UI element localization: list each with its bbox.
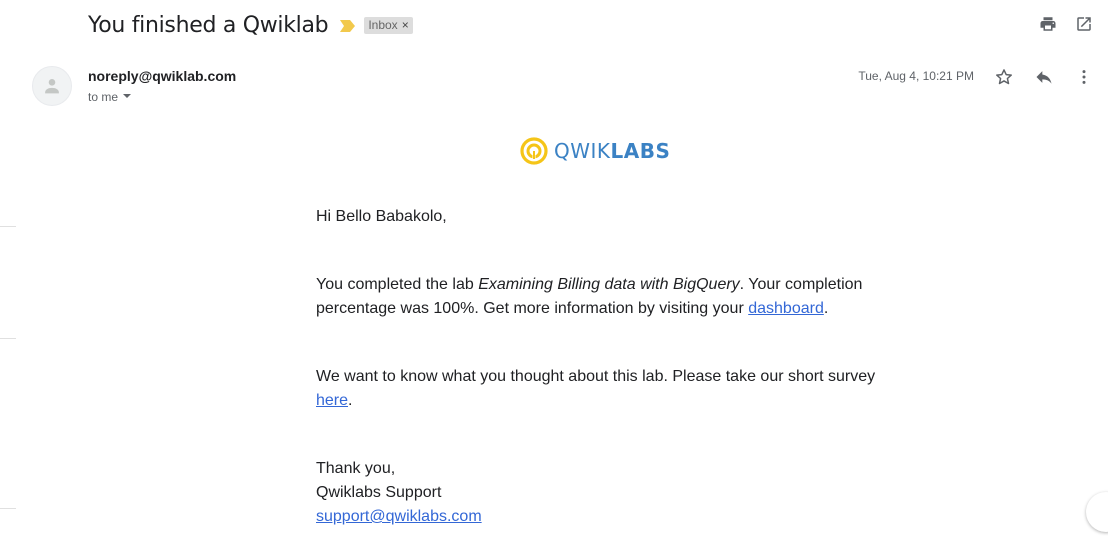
- survey-paragraph: We want to know what you thought about t…: [316, 365, 876, 413]
- chevron-down-icon: [122, 90, 132, 104]
- inbox-label-chip: Inbox ×: [364, 16, 413, 34]
- sender-address[interactable]: noreply@qwiklab.com: [88, 68, 236, 84]
- subject-row: You finished a Qwiklab Inbox ×: [88, 10, 413, 40]
- support-email-link[interactable]: support@qwiklabs.com: [316, 508, 482, 525]
- remove-label-button[interactable]: ×: [402, 18, 409, 32]
- completion-text-end: .: [823, 300, 829, 317]
- qwiklabs-logo[interactable]: QWIKLABS: [520, 137, 670, 165]
- recipient-details-toggle[interactable]: to me: [88, 90, 132, 104]
- print-icon[interactable]: [1038, 14, 1058, 34]
- open-in-new-window-icon[interactable]: [1074, 14, 1094, 34]
- avatar-icon: [45, 79, 59, 94]
- recipient-text: to me: [88, 90, 119, 104]
- signoff: Thank you,: [316, 460, 396, 477]
- left-edge-divider: [0, 338, 16, 339]
- support-team: Qwiklabs Support: [316, 484, 442, 501]
- email-subject: You finished a Qwiklab: [88, 12, 329, 38]
- left-edge-divider: [0, 226, 16, 227]
- signature: Thank you, Qwiklabs Support support@qwikla…: [316, 457, 482, 529]
- thread-actions: [1038, 14, 1094, 34]
- survey-text-end: .: [348, 392, 353, 409]
- lab-name: Examining Billing data with BigQuery: [478, 276, 740, 293]
- message-date: Tue, Aug 4, 10:21 PM: [858, 69, 974, 83]
- dashboard-link[interactable]: dashboard: [748, 300, 824, 317]
- greeting: Hi Bello Babakolo,: [316, 208, 447, 225]
- avatar[interactable]: [32, 66, 72, 106]
- more-vertical-icon[interactable]: [1072, 66, 1096, 88]
- logo-text: QWIKLABS: [554, 139, 670, 163]
- side-panel-toggle-button[interactable]: [1086, 492, 1108, 532]
- survey-link[interactable]: here: [316, 392, 348, 409]
- reply-icon[interactable]: [1032, 66, 1056, 88]
- message-actions: [992, 66, 1096, 88]
- inbox-label-text: Inbox: [368, 17, 398, 32]
- completion-text-start: You completed the lab: [316, 276, 479, 293]
- star-icon[interactable]: [992, 66, 1016, 88]
- logo-text-bold: LABS: [610, 139, 671, 163]
- left-edge-divider: [0, 508, 16, 509]
- qwiklabs-logo-icon: [520, 137, 548, 165]
- importance-marker-icon[interactable]: [340, 19, 356, 32]
- survey-text: We want to know what you thought about t…: [316, 368, 876, 385]
- logo-text-light: QWIK: [554, 139, 611, 163]
- completion-paragraph: You completed the lab Examining Billing …: [316, 273, 876, 321]
